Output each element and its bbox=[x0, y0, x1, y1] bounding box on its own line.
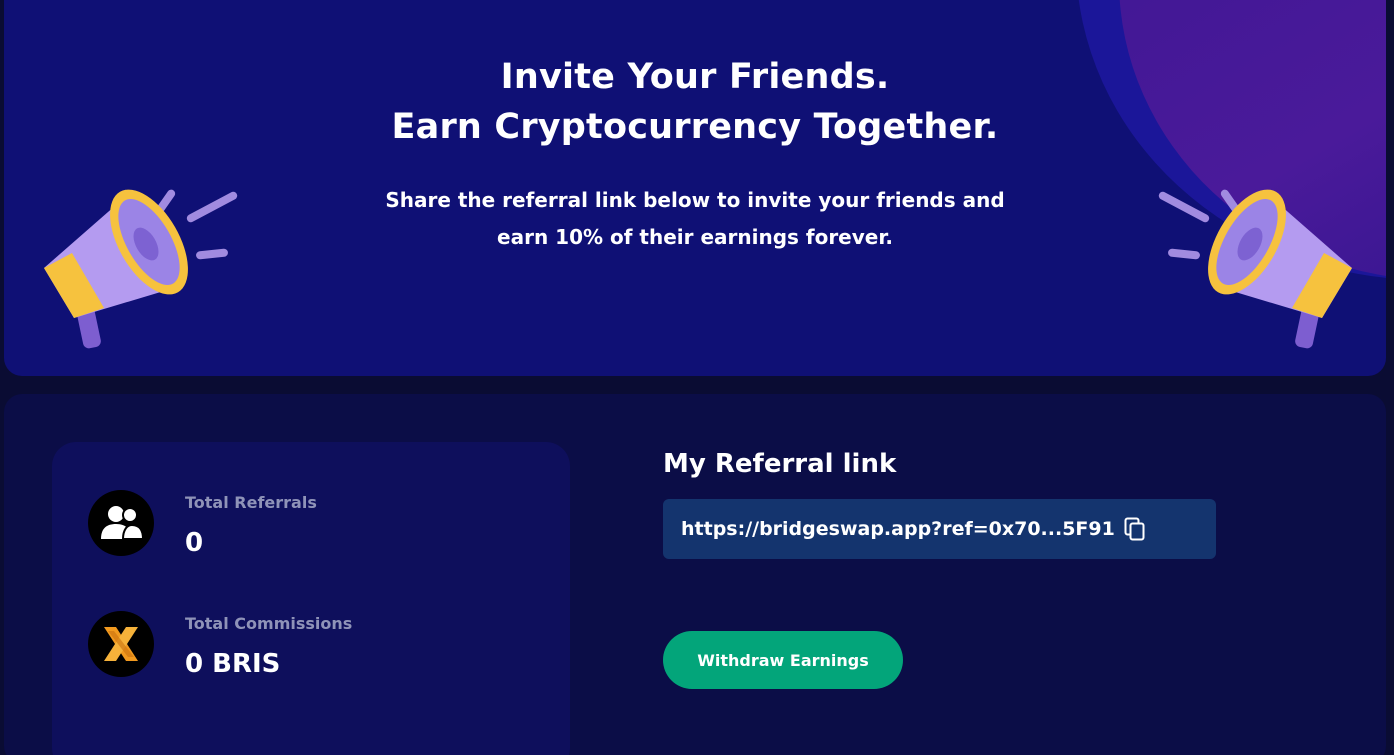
stat-label: Total Referrals bbox=[185, 493, 317, 512]
hero-title: Invite Your Friends. Earn Cryptocurrency… bbox=[4, 52, 1386, 152]
hero-banner: Invite Your Friends. Earn Cryptocurrency… bbox=[4, 0, 1386, 376]
megaphone-right-icon bbox=[1158, 189, 1352, 349]
stats-card bbox=[52, 442, 570, 755]
stat-value: 0 BRIS bbox=[185, 649, 281, 679]
referral-link-title: My Referral link bbox=[663, 449, 897, 479]
referral-link-text[interactable]: https://bridgeswap.app?ref=0x70...5F91 bbox=[681, 518, 1115, 540]
users-icon bbox=[88, 490, 154, 556]
copy-icon[interactable] bbox=[1124, 517, 1146, 541]
stat-label: Total Commissions bbox=[185, 614, 353, 633]
hero-title-line1: Invite Your Friends. bbox=[500, 57, 890, 97]
stat-value: 0 bbox=[185, 528, 204, 558]
stat-total-referrals: Total Referrals 0 bbox=[88, 490, 548, 560]
withdraw-earnings-button[interactable]: Withdraw Earnings bbox=[663, 631, 903, 689]
bris-logo-icon bbox=[88, 611, 154, 677]
referral-link-box[interactable]: https://bridgeswap.app?ref=0x70...5F91 bbox=[663, 499, 1216, 559]
megaphone-left-icon bbox=[44, 189, 238, 349]
hero-title-line2: Earn Cryptocurrency Together. bbox=[391, 107, 999, 147]
stat-total-commissions: Total Commissions 0 BRIS bbox=[88, 611, 548, 681]
